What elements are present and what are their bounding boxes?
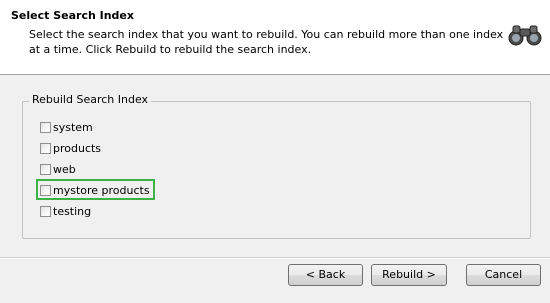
checkbox-box[interactable]	[40, 163, 51, 175]
binoculars-icon	[508, 25, 542, 46]
index-checkbox-web[interactable]: web	[40, 161, 76, 177]
index-checkbox-system[interactable]: system	[40, 119, 93, 135]
rebuild-button[interactable]: Rebuild >	[371, 264, 447, 286]
index-checkbox-products[interactable]: products	[40, 140, 101, 156]
group-label: Rebuild Search Index	[29, 93, 152, 106]
checkbox-label: system	[53, 120, 93, 134]
index-checkbox-testing[interactable]: testing	[40, 203, 91, 219]
checkbox-box[interactable]	[40, 205, 51, 217]
footer-separator	[0, 257, 550, 259]
highlight-box	[36, 179, 155, 200]
wizard-header: Select Search Index Select the search in…	[0, 0, 550, 75]
checkbox-label: products	[53, 141, 102, 155]
checkbox-box[interactable]	[40, 121, 51, 133]
page-title: Select Search Index	[11, 9, 134, 22]
page-description: Select the search index that you want to…	[29, 28, 504, 56]
rebuild-search-index-group	[22, 101, 531, 239]
checkbox-label: testing	[53, 204, 92, 218]
checkbox-box[interactable]	[40, 142, 51, 154]
checkbox-label: web	[53, 162, 76, 176]
cancel-button[interactable]: Cancel	[466, 264, 541, 286]
back-button[interactable]: < Back	[288, 264, 363, 286]
